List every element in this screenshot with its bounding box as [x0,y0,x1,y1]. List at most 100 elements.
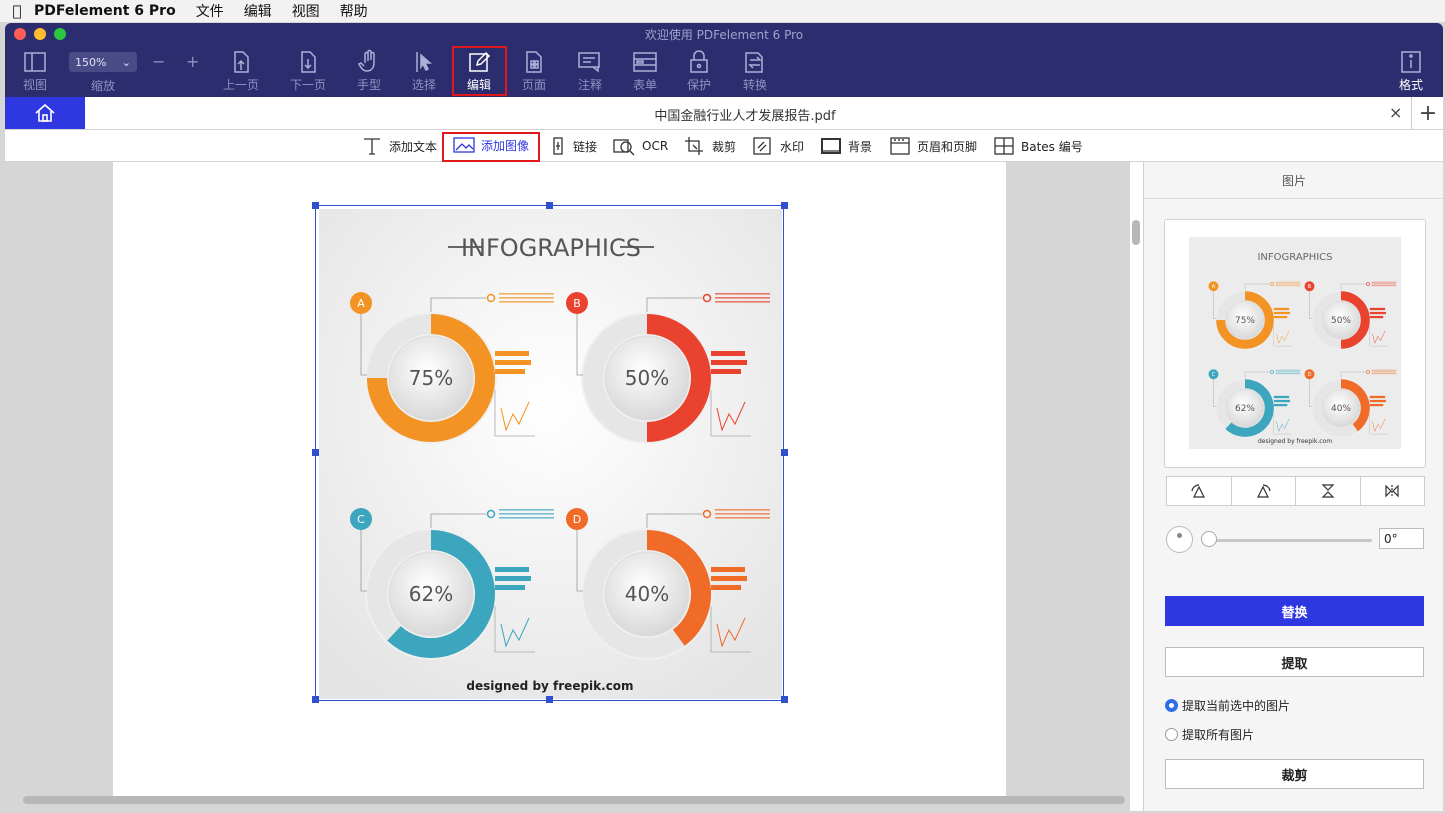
crop-label: 裁剪 [712,139,737,154]
resize-handle-s[interactable] [546,696,553,703]
radio-all-label: 提取所有图片 [1182,728,1255,742]
bar-b-0 [711,351,745,356]
zoom-select[interactable]: 150% ⌄ [69,52,137,72]
flip-vertical-button[interactable] [1296,477,1361,505]
rotation-knob[interactable] [1166,526,1193,553]
bates-number-button[interactable]: Bates 编号 [993,136,1083,156]
radio-extract-current[interactable]: 提取当前选中的图片 [1165,697,1290,714]
radio-extract-all[interactable]: 提取所有图片 [1165,726,1254,743]
prev-page-button[interactable]: 上一页 [223,48,259,93]
crop-image-button[interactable]: 裁剪 [1165,759,1424,789]
hand-tool-button[interactable]: 手型 [357,48,381,93]
convert-tool-button[interactable]: 转换 [742,48,768,93]
background-button[interactable]: 背景 [820,136,872,156]
close-tab-button[interactable]: × [1389,103,1402,122]
menu-file[interactable]: 文件 [196,1,224,21]
form-icon [633,52,657,72]
bar-d-2 [711,585,741,590]
rotation-slider-track[interactable] [1204,539,1372,542]
new-tab-button[interactable]: + [1411,97,1443,129]
format-panel-button[interactable]: 格式 [1399,48,1423,93]
horizontal-scrollbar[interactable] [23,796,1125,804]
header-footer-button[interactable]: 页眉和页脚 [889,136,977,156]
watermark-button[interactable]: 水印 [752,136,804,156]
flip-horizontal-button[interactable] [1361,477,1425,505]
rotate-right-button[interactable] [1232,477,1296,505]
infographic-image: INFOGRAPHICS 75% A 50% B 62% C 40% D designed b… [319,209,782,699]
form-tool-button[interactable]: 表单 [632,48,658,93]
menu-view[interactable]: 视图 [292,1,320,21]
resize-handle-ne[interactable] [781,202,788,209]
info-icon [1401,51,1421,73]
radio-all-dot[interactable] [1165,728,1178,741]
resize-handle-n[interactable] [546,202,553,209]
thumb-bar-a-1 [1273,311,1290,315]
thumb-caption-line-c [1275,369,1301,371]
rotate-left-button[interactable] [1167,477,1232,505]
select-tool-button[interactable]: 选择 [412,48,436,93]
chevron-down-icon: ⌄ [121,55,131,69]
crop-button[interactable]: 裁剪 [684,136,736,156]
zoom-out-button[interactable]: − [152,52,165,71]
rotation-slider-thumb[interactable] [1201,531,1217,547]
menu-edit[interactable]: 编辑 [244,1,272,21]
zoom-in-button[interactable]: + [186,52,199,71]
thumb-caption-line-d [1371,369,1397,371]
view-button[interactable]: 视图 [23,48,47,93]
rotation-angle-input[interactable]: 0° [1379,528,1424,549]
vertical-scrollbar[interactable] [1132,220,1140,245]
resize-handle-nw[interactable] [312,202,319,209]
caption-line-a [499,297,554,299]
thumb-caption-line-a [1275,285,1301,287]
radio-current-dot[interactable] [1165,699,1178,712]
extract-button[interactable]: 提取 [1165,647,1424,677]
link-icon [553,137,563,155]
next-page-label: 下一页 [290,78,327,92]
badge-letter-d: D [573,513,581,526]
next-page-button[interactable]: 下一页 [290,48,326,93]
document-tab-title[interactable]: 中国金融行业人才发展报告.pdf [5,105,1443,124]
caption-line-c [499,513,554,515]
caption-line-d [715,513,770,515]
replace-button[interactable]: 替换 [1165,596,1424,626]
bar-b-1 [711,360,747,365]
link-button[interactable]: 链接 [551,136,597,156]
donut-percent-c: 62% [409,582,453,606]
selected-image[interactable]: INFOGRAPHICS 75% A 50% B 62% C 40% D designed b… [315,205,784,701]
resize-handle-se[interactable] [781,696,788,703]
thumb-bar-a-2 [1273,315,1288,319]
page-tool-button[interactable]: 页面 [522,48,546,93]
window-title: 欢迎使用 PDFelement 6 Pro [644,28,804,42]
resize-handle-w[interactable] [312,449,319,456]
bar-a-1 [495,360,531,365]
thumb-caption-line-b [1371,283,1397,285]
resize-handle-e[interactable] [781,449,788,456]
prev-page-icon [234,51,249,73]
menu-help[interactable]: 帮助 [340,1,368,21]
comment-tool-button[interactable]: 注释 [577,48,603,93]
page-icon [526,51,542,73]
hand-icon [357,49,375,72]
thumb-badge-letter-c: C [1212,372,1216,378]
protect-label: 保护 [687,78,712,92]
add-text-button[interactable]: 添加文本 [361,136,437,156]
select-cursor-icon [416,52,432,72]
resize-handle-sw[interactable] [312,696,319,703]
thumb-caption-line-b [1371,281,1397,283]
rotate-left-icon [1191,484,1205,498]
hand-label: 手型 [357,78,382,92]
protect-tool-button[interactable]: 保护 [687,48,711,93]
comment-label: 注释 [577,78,602,92]
app-menu[interactable]: PDFelement 6 Pro [34,3,176,19]
ocr-label: OCR [642,139,669,153]
zoom-value: 150% [75,55,107,69]
document-tab-bar: 中国金融行业人才发展报告.pdf × + [5,97,1443,130]
panel-divider [1144,198,1443,199]
thumb-bar-d-1 [1369,399,1386,403]
app-window: 欢迎使用 PDFelement 6 Pro 视图 150% ⌄ 缩放 − + 上一… [5,23,1443,811]
apple-icon[interactable]:  [0,2,34,20]
ocr-button[interactable]: OCR [612,136,668,156]
caption-line-c [499,517,554,519]
watermark-icon [753,137,771,155]
thumb-caption-line-a [1275,283,1301,285]
